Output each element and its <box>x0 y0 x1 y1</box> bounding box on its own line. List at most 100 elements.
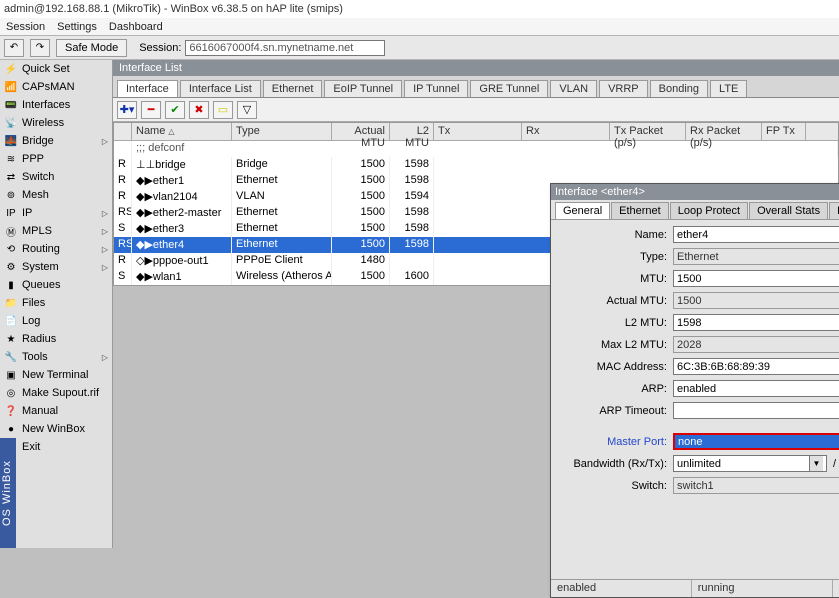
tab-vlan[interactable]: VLAN <box>550 80 597 97</box>
tab-interface[interactable]: Interface <box>117 80 178 97</box>
sidebar-label: PPP <box>22 153 44 165</box>
tab-ethernet[interactable]: Ethernet <box>263 80 323 97</box>
col-header[interactable] <box>114 123 132 140</box>
sidebar-icon: Ⓜ <box>4 224 18 238</box>
name-input[interactable] <box>673 226 839 243</box>
sidebar-icon: 🔧 <box>4 350 18 364</box>
menu-settings[interactable]: Settings <box>57 21 97 33</box>
sidebar-item-files[interactable]: 📁Files <box>0 294 112 312</box>
col-header[interactable]: Type <box>232 123 332 140</box>
sidebar-item-tools[interactable]: 🔧 Tools ▷ <box>0 348 112 366</box>
comment-button[interactable]: ▭ <box>213 101 233 119</box>
col-header[interactable]: L2 MTU <box>390 123 434 140</box>
switch-value: switch1 <box>673 477 839 494</box>
chevron-right-icon: ▷ <box>102 245 108 254</box>
sidebar-item-capsman[interactable]: 📶CAPsMAN <box>0 78 112 96</box>
remove-button[interactable]: ━ <box>141 101 161 119</box>
chevron-right-icon: ▷ <box>102 209 108 218</box>
chevron-right-icon: ▷ <box>102 353 108 362</box>
tab-interface-list[interactable]: Interface List <box>180 80 261 97</box>
sidebar-item-new-winbox[interactable]: ●New WinBox <box>0 420 112 438</box>
enable-button[interactable]: ✔ <box>165 101 185 119</box>
sidebar-item-manual[interactable]: ❓Manual <box>0 402 112 420</box>
grid-header: Name △TypeActual MTUL2 MTUTxRxTx Packet … <box>114 123 838 141</box>
menu-session[interactable]: Session <box>6 21 45 33</box>
status-cell: slave <box>833 580 839 597</box>
arp-combo[interactable]: enabled▼ <box>673 380 839 397</box>
col-header[interactable]: Actual MTU <box>332 123 390 140</box>
sidebar-item-log[interactable]: 📄Log <box>0 312 112 330</box>
tab-eoip-tunnel[interactable]: EoIP Tunnel <box>324 80 402 97</box>
col-header[interactable]: Tx Packet (p/s) <box>610 123 686 140</box>
sidebar-label: Tools <box>22 351 48 363</box>
tab-vrrp[interactable]: VRRP <box>599 80 648 97</box>
tab-bonding[interactable]: Bonding <box>650 80 708 97</box>
sidebar-item-routing[interactable]: ⟲Routing▷ <box>0 240 112 258</box>
sidebar-label: Routing <box>22 243 60 255</box>
sidebar-label: Make Supout.rif <box>22 387 99 399</box>
sidebar-item-exit[interactable]: ⏻Exit <box>0 438 112 456</box>
sidebar-icon: ▣ <box>4 368 18 382</box>
list-toolbar: ✚▾ ━ ✔ ✖ ▭ ▽ <box>113 98 839 122</box>
sidebar-icon: ⚙ <box>4 260 18 274</box>
dlg-tab-overall-stats[interactable]: Overall Stats <box>749 202 828 219</box>
menu-dashboard[interactable]: Dashboard <box>109 21 163 33</box>
safe-mode-button[interactable]: Safe Mode <box>56 39 127 57</box>
dlg-tab-general[interactable]: General <box>555 202 610 219</box>
vertical-brand: OS WinBox <box>0 438 16 548</box>
sidebar-label: Wireless <box>22 117 64 129</box>
mac-input[interactable] <box>673 358 839 375</box>
chevron-right-icon: ▷ <box>102 227 108 236</box>
arp-timeout-combo[interactable]: ▼ <box>673 402 839 419</box>
sidebar-item-queues[interactable]: ▮Queues <box>0 276 112 294</box>
sidebar-item-mesh[interactable]: ⊚Mesh <box>0 186 112 204</box>
sidebar-item-mpls[interactable]: ⓂMPLS▷ <box>0 222 112 240</box>
col-header[interactable]: Rx <box>522 123 610 140</box>
window-title: admin@192.168.88.1 (MikroTik) - WinBox v… <box>0 0 839 18</box>
col-header[interactable]: Name △ <box>132 123 232 140</box>
add-button[interactable]: ✚▾ <box>117 101 137 119</box>
sidebar-icon: ★ <box>4 332 18 346</box>
sidebar-item-bridge[interactable]: 🌉Bridge▷ <box>0 132 112 150</box>
tab-lte[interactable]: LTE <box>710 80 747 97</box>
master-port-combo[interactable]: none▼ <box>673 433 839 450</box>
sidebar-item-ppp[interactable]: ≋PPP <box>0 150 112 168</box>
col-header[interactable]: Rx Packet (p/s) <box>686 123 762 140</box>
col-header[interactable]: Tx <box>434 123 522 140</box>
bw-rx-combo[interactable]: unlimited▼ <box>673 455 827 472</box>
l2mtu-input[interactable] <box>673 314 839 331</box>
tab-gre-tunnel[interactable]: GRE Tunnel <box>470 80 548 97</box>
sidebar-item-ip[interactable]: IPIP▷ <box>0 204 112 222</box>
dialog-titlebar[interactable]: Interface <ether4> ▭ ✕ <box>551 184 839 200</box>
session-field: Session: <box>139 40 385 56</box>
sidebar-item-system[interactable]: ⚙ System ▷ <box>0 258 112 276</box>
sidebar-label: IP <box>22 207 32 219</box>
col-header[interactable]: FP Tx <box>762 123 806 140</box>
mtu-input[interactable] <box>673 270 839 287</box>
sidebar-item-radius[interactable]: ★Radius <box>0 330 112 348</box>
session-input[interactable] <box>185 40 385 56</box>
sidebar-item-switch[interactable]: ⇄Switch <box>0 168 112 186</box>
sidebar-item-quick-set[interactable]: ⚡Quick Set <box>0 60 112 78</box>
undo-button[interactable]: ↶ <box>4 39 24 57</box>
table-row[interactable]: R⊥⊥bridgeBridge15001598 <box>114 157 838 173</box>
filter-button[interactable]: ▽ <box>237 101 257 119</box>
dlg-tab-loop-protect[interactable]: Loop Protect <box>670 202 748 219</box>
chevron-right-icon: ▷ <box>102 137 108 146</box>
sidebar-item-new-terminal[interactable]: ▣New Terminal <box>0 366 112 384</box>
sidebar-item-wireless[interactable]: 📡Wireless <box>0 114 112 132</box>
dialog-status: enabledrunningslavelink ok <box>551 579 839 597</box>
dlg-tab-rx-stats[interactable]: Rx Stats <box>829 202 839 219</box>
maxl2-value: 2028 <box>673 336 839 353</box>
disable-button[interactable]: ✖ <box>189 101 209 119</box>
redo-button[interactable]: ↷ <box>30 39 50 57</box>
chevron-down-icon[interactable]: ▼ <box>809 456 823 471</box>
dlg-tab-ethernet[interactable]: Ethernet <box>611 202 669 219</box>
chevron-right-icon: ▷ <box>102 263 108 272</box>
sidebar-icon: 📄 <box>4 314 18 328</box>
sidebar-label: System <box>22 261 59 273</box>
sidebar-item-interfaces[interactable]: 📟Interfaces <box>0 96 112 114</box>
sidebar-item-make-supout.rif[interactable]: ◎Make Supout.rif <box>0 384 112 402</box>
tab-ip-tunnel[interactable]: IP Tunnel <box>404 80 468 97</box>
sidebar-icon: ⇄ <box>4 170 18 184</box>
